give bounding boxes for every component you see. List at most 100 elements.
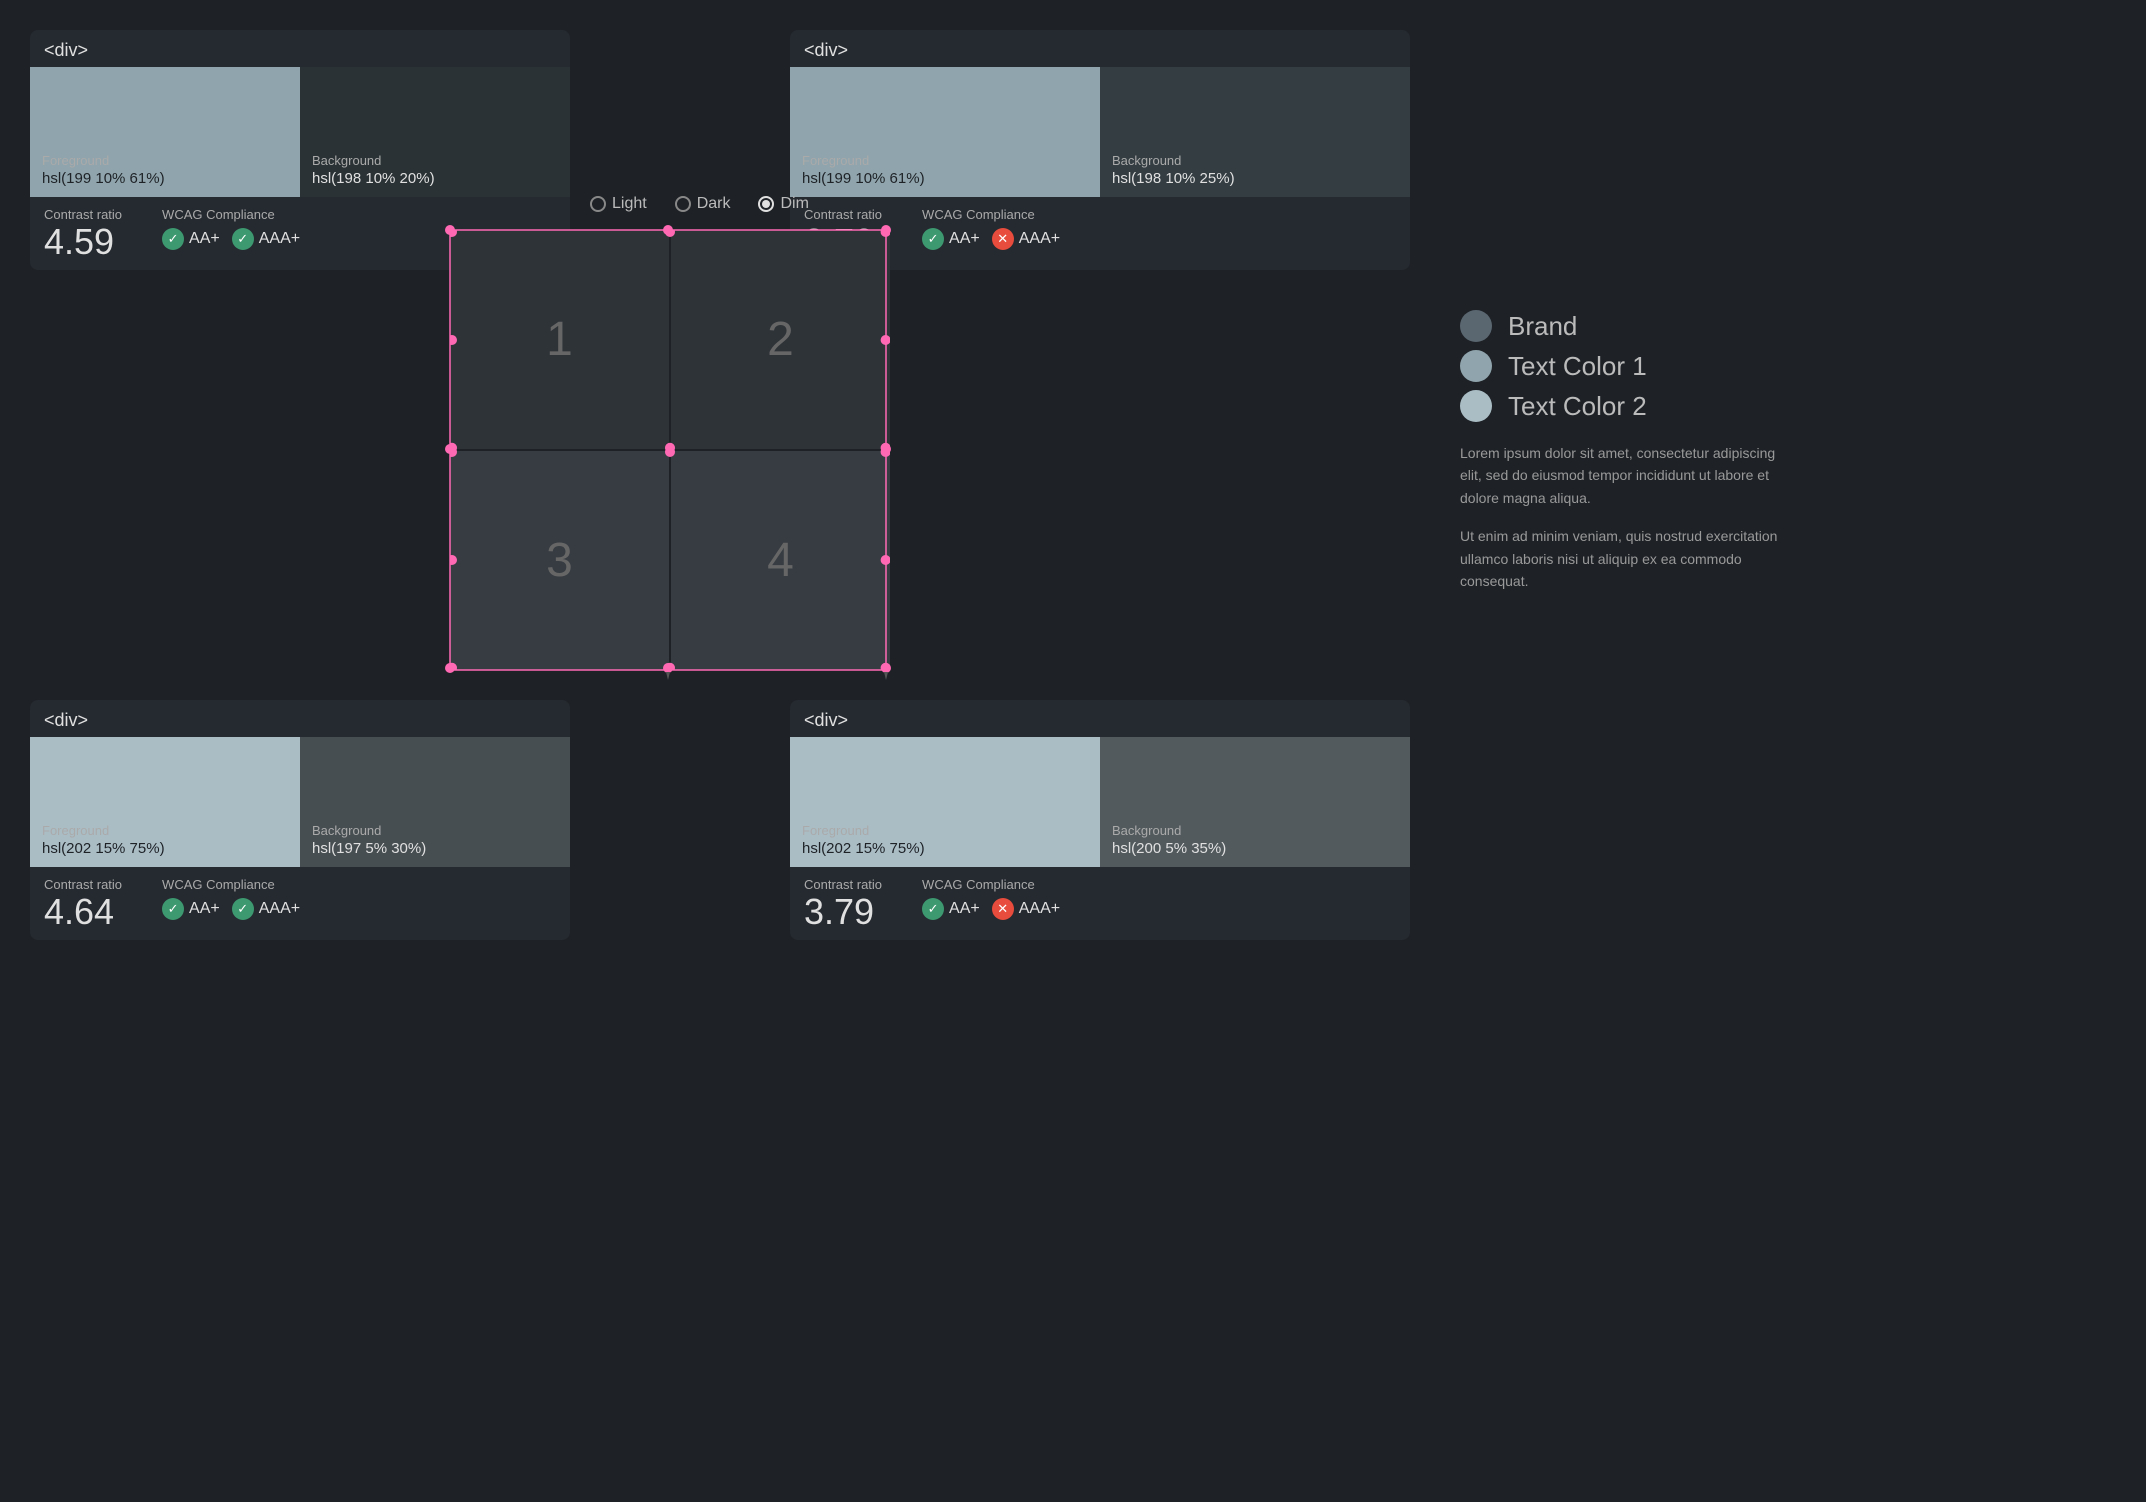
fg-value-br: hsl(202 15% 75%) bbox=[802, 840, 1088, 857]
color-swatches-top-right: Foreground hsl(199 10% 61%) Background h… bbox=[790, 67, 1410, 197]
badge-aaa-icon-tl: ✓ bbox=[232, 228, 254, 250]
grid: 1 2 3 4 bbox=[450, 230, 890, 670]
contrast-label-tl: Contrast ratio bbox=[44, 207, 122, 222]
wcag-section-br: WCAG Compliance ✓ AA+ ✕ AAA+ bbox=[922, 877, 1060, 920]
bg-value-tr: hsl(198 10% 25%) bbox=[1112, 170, 1398, 187]
grid-cell-2: 2 bbox=[671, 230, 890, 449]
background-swatch-top-left: Background hsl(198 10% 20%) bbox=[300, 67, 570, 197]
badge-aaa-tl: ✓ AAA+ bbox=[232, 228, 300, 250]
fg-value-tr: hsl(199 10% 61%) bbox=[802, 170, 1088, 187]
grid-cell-3-label: 3 bbox=[546, 533, 573, 588]
contrast-section-tl: Contrast ratio 4.59 bbox=[44, 207, 122, 260]
bg-value-tl: hsl(198 10% 20%) bbox=[312, 170, 558, 187]
grid-container: 1 2 3 4 bbox=[450, 230, 890, 670]
badge-aa-tr: ✓ AA+ bbox=[922, 228, 980, 250]
radio-dark[interactable]: Dark bbox=[675, 195, 731, 213]
wcag-section-tl: WCAG Compliance ✓ AA+ ✓ AAA+ bbox=[162, 207, 300, 250]
brand-panel: Brand Text Color 1 Text Color 2 Lorem ip… bbox=[1460, 310, 1800, 592]
badge-aa-icon-bl: ✓ bbox=[162, 898, 184, 920]
foreground-swatch-bottom-left: Foreground hsl(202 15% 75%) bbox=[30, 737, 300, 867]
background-swatch-bottom-right: Background hsl(200 5% 35%) bbox=[1100, 737, 1410, 867]
badge-aa-icon-tr: ✓ bbox=[922, 228, 944, 250]
badge-aa-br: ✓ AA+ bbox=[922, 898, 980, 920]
foreground-swatch-top-right: Foreground hsl(199 10% 61%) bbox=[790, 67, 1100, 197]
brand-label-2: Text Color 2 bbox=[1508, 391, 1647, 422]
bg-value-bl: hsl(197 5% 30%) bbox=[312, 840, 558, 857]
radio-group[interactable]: Light Dark Dim bbox=[580, 195, 809, 213]
contrast-value-br: 3.79 bbox=[804, 894, 882, 930]
grid-cell-1: 1 bbox=[450, 230, 669, 449]
brand-circle-0 bbox=[1460, 310, 1492, 342]
contrast-label-bl: Contrast ratio bbox=[44, 877, 122, 892]
contrast-label-tr: Contrast ratio bbox=[804, 207, 882, 222]
bg-label-bl: Background bbox=[312, 823, 558, 838]
fg-label-bl: Foreground bbox=[42, 823, 288, 838]
radio-dim-circle[interactable] bbox=[758, 196, 774, 212]
brand-item-0: Brand bbox=[1460, 310, 1800, 342]
fg-label-tl: Foreground bbox=[42, 153, 288, 168]
contrast-section-br: Contrast ratio 3.79 bbox=[804, 877, 882, 930]
grid-cell-3: 3 bbox=[450, 451, 669, 670]
lorem-p2: Ut enim ad minim veniam, quis nostrud ex… bbox=[1460, 525, 1800, 592]
wcag-badges-tl: ✓ AA+ ✓ AAA+ bbox=[162, 228, 300, 250]
grid-cell-1-label: 1 bbox=[546, 312, 573, 367]
card-bottom-left-tag: <div> bbox=[30, 700, 570, 737]
wcag-label-tl: WCAG Compliance bbox=[162, 207, 300, 222]
brand-label-1: Text Color 1 bbox=[1508, 351, 1647, 382]
fg-value-bl: hsl(202 15% 75%) bbox=[42, 840, 288, 857]
badge-aaa-icon-tr: ✕ bbox=[992, 228, 1014, 250]
bg-label-br: Background bbox=[1112, 823, 1398, 838]
wcag-badges-bl: ✓ AA+ ✓ AAA+ bbox=[162, 898, 300, 920]
color-swatches-top-left: Foreground hsl(199 10% 61%) Background h… bbox=[30, 67, 570, 197]
card-bottom-right-tag: <div> bbox=[790, 700, 1410, 737]
brand-label-0: Brand bbox=[1508, 311, 1577, 342]
card-top-right-tag: <div> bbox=[790, 30, 1410, 67]
bg-label-tr: Background bbox=[1112, 153, 1398, 168]
contrast-section-bl: Contrast ratio 4.64 bbox=[44, 877, 122, 930]
badge-aaa-icon-bl: ✓ bbox=[232, 898, 254, 920]
badge-aa-bl: ✓ AA+ bbox=[162, 898, 220, 920]
contrast-value-tl: 4.59 bbox=[44, 224, 122, 260]
badge-aaa-tr: ✕ AAA+ bbox=[992, 228, 1060, 250]
grid-cell-4-label: 4 bbox=[767, 533, 794, 588]
bg-label-tl: Background bbox=[312, 153, 558, 168]
badge-aaa-br: ✕ AAA+ bbox=[992, 898, 1060, 920]
radio-light-label: Light bbox=[612, 195, 647, 213]
card-bottom-right: <div> Foreground hsl(202 15% 75%) Backgr… bbox=[790, 700, 1410, 940]
background-swatch-top-right: Background hsl(198 10% 25%) bbox=[1100, 67, 1410, 197]
brand-circle-2 bbox=[1460, 390, 1492, 422]
contrast-value-bl: 4.64 bbox=[44, 894, 122, 930]
radio-light[interactable]: Light bbox=[590, 195, 647, 213]
badge-aaa-bl: ✓ AAA+ bbox=[232, 898, 300, 920]
wcag-label-tr: WCAG Compliance bbox=[922, 207, 1060, 222]
radio-dark-circle[interactable] bbox=[675, 196, 691, 212]
grid-cell-4: 4 bbox=[671, 451, 890, 670]
brand-item-1: Text Color 1 bbox=[1460, 350, 1800, 382]
wcag-label-bl: WCAG Compliance bbox=[162, 877, 300, 892]
fg-label-br: Foreground bbox=[802, 823, 1088, 838]
wcag-label-br: WCAG Compliance bbox=[922, 877, 1060, 892]
wcag-section-bl: WCAG Compliance ✓ AA+ ✓ AAA+ bbox=[162, 877, 300, 920]
fg-label-tr: Foreground bbox=[802, 153, 1088, 168]
radio-dim-label: Dim bbox=[780, 195, 808, 213]
wcag-section-tr: WCAG Compliance ✓ AA+ ✕ AAA+ bbox=[922, 207, 1060, 250]
radio-dim[interactable]: Dim bbox=[758, 195, 808, 213]
lorem-text: Lorem ipsum dolor sit amet, consectetur … bbox=[1460, 442, 1800, 592]
badge-aa-icon-tl: ✓ bbox=[162, 228, 184, 250]
grid-cell-2-label: 2 bbox=[767, 312, 794, 367]
radio-light-circle[interactable] bbox=[590, 196, 606, 212]
lorem-p1: Lorem ipsum dolor sit amet, consectetur … bbox=[1460, 442, 1800, 509]
foreground-swatch-bottom-right: Foreground hsl(202 15% 75%) bbox=[790, 737, 1100, 867]
card-top-left-tag: <div> bbox=[30, 30, 570, 67]
badge-aaa-icon-br: ✕ bbox=[992, 898, 1014, 920]
fg-value-tl: hsl(199 10% 61%) bbox=[42, 170, 288, 187]
grid-wrapper: 1 2 3 4 bbox=[450, 230, 890, 670]
background-swatch-bottom-left: Background hsl(197 5% 30%) bbox=[300, 737, 570, 867]
wcag-badges-br: ✓ AA+ ✕ AAA+ bbox=[922, 898, 1060, 920]
bg-value-br: hsl(200 5% 35%) bbox=[1112, 840, 1398, 857]
badge-aa-icon-br: ✓ bbox=[922, 898, 944, 920]
card-bottom-right-footer: Contrast ratio 3.79 WCAG Compliance ✓ AA… bbox=[790, 867, 1410, 940]
card-bottom-left-footer: Contrast ratio 4.64 WCAG Compliance ✓ AA… bbox=[30, 867, 570, 940]
foreground-swatch-top-left: Foreground hsl(199 10% 61%) bbox=[30, 67, 300, 197]
brand-circle-1 bbox=[1460, 350, 1492, 382]
